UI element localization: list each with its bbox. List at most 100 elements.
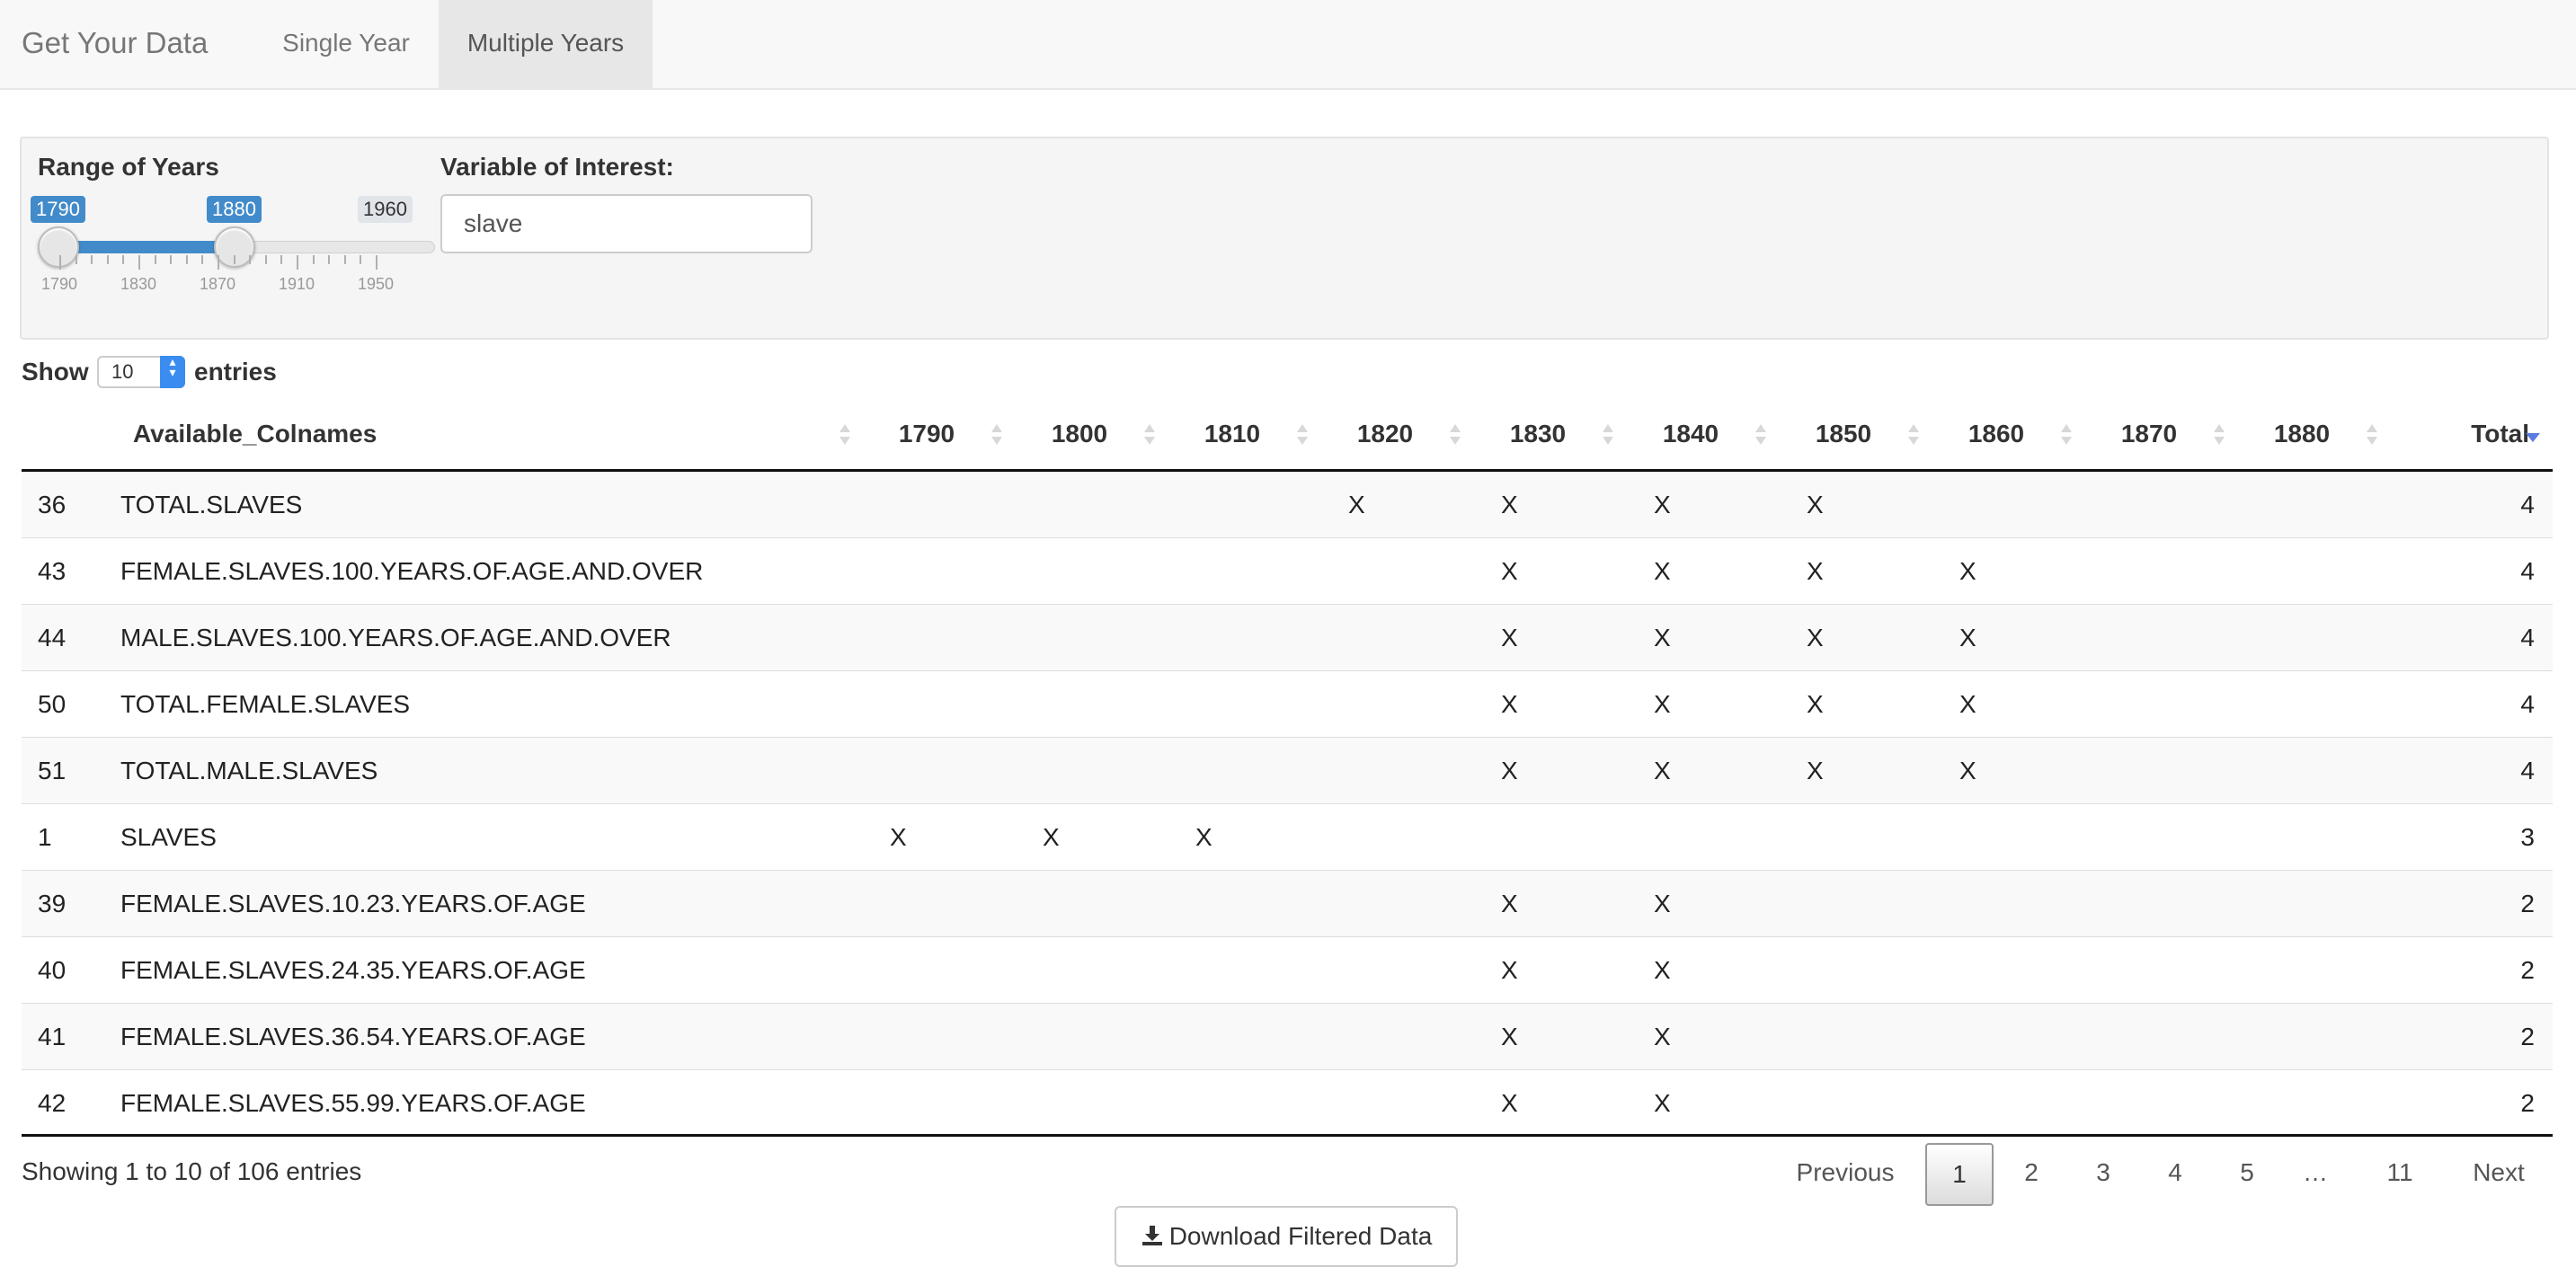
page-length-select[interactable]: 10 ▴ ▾ <box>97 355 185 388</box>
year-mark-cell: X <box>1501 757 1518 784</box>
year-mark-cell: X <box>1501 1089 1518 1117</box>
page-length-value: 10 <box>111 360 134 383</box>
year-mark-cell: X <box>1654 1089 1671 1117</box>
slider-tick <box>249 255 252 264</box>
row-index: 1 <box>38 823 52 851</box>
pagination-next-button[interactable]: Next <box>2454 1143 2544 1206</box>
slider-tick <box>328 255 331 264</box>
download-filtered-data-button[interactable]: Download Filtered Data <box>1115 1206 1458 1267</box>
column-header-year[interactable]: 1840 <box>1658 406 1723 469</box>
tab-multiple-years[interactable]: Multiple Years <box>439 0 653 88</box>
total-cell: 2 <box>2520 890 2535 917</box>
table-row[interactable]: 1 SLAVES X X X 3 <box>22 804 2553 871</box>
year-mark-cell: X <box>1195 823 1212 851</box>
row-index: 41 <box>38 1023 67 1050</box>
column-header-year[interactable]: 1850 <box>1811 406 1876 469</box>
colname-cell: FEMALE.SLAVES.36.54.YEARS.OF.AGE <box>120 1023 586 1050</box>
total-cell: 2 <box>2520 1023 2535 1050</box>
table-row[interactable]: 43 FEMALE.SLAVES.100.YEARS.OF.AGE.AND.OVE… <box>22 538 2553 605</box>
sort-descending-icon <box>2526 433 2540 442</box>
total-cell: 2 <box>2520 1089 2535 1117</box>
pagination-previous-button[interactable]: Previous <box>1785 1143 1905 1206</box>
row-index: 39 <box>38 890 67 917</box>
column-header-colnames[interactable]: Available_Colnames <box>133 406 377 469</box>
sort-arrows-icon <box>990 422 1004 449</box>
sort-arrows-icon <box>2059 422 2074 449</box>
column-header-year[interactable]: 1800 <box>1047 406 1112 469</box>
colname-cell: FEMALE.SLAVES.55.99.YEARS.OF.AGE <box>120 1089 586 1117</box>
slider-tick <box>297 255 298 270</box>
range-tick-label: 1870 <box>199 275 236 293</box>
total-cell: 4 <box>2520 624 2535 651</box>
slider-tick <box>280 255 283 264</box>
range-max-badge: 1960 <box>358 196 413 223</box>
year-mark-cell: X <box>1807 557 1824 585</box>
tab-single-year[interactable]: Single Year <box>261 0 431 88</box>
table-info: Showing 1 to 10 of 106 entries <box>22 1157 362 1185</box>
year-mark-cell: X <box>1348 491 1365 518</box>
variable-input[interactable]: slave <box>440 194 813 253</box>
row-index: 36 <box>38 491 67 518</box>
colname-cell: FEMALE.SLAVES.100.YEARS.OF.AGE.AND.OVER <box>120 557 704 585</box>
slider-tick <box>264 255 267 264</box>
row-index: 42 <box>38 1089 67 1117</box>
column-header-year[interactable]: 1880 <box>2270 406 2334 469</box>
table-row[interactable]: 50 TOTAL.FEMALE.SLAVES X X X X 4 <box>22 671 2553 738</box>
app-brand[interactable]: Get Your Data <box>22 0 208 88</box>
row-index: 43 <box>38 557 67 585</box>
year-mark-cell: X <box>1501 690 1518 718</box>
column-header-total[interactable]: Total <box>2471 406 2529 469</box>
year-mark-cell: X <box>1654 956 1671 984</box>
year-mark-cell: X <box>1501 890 1518 917</box>
column-header-year[interactable]: 1790 <box>894 406 959 469</box>
table-row[interactable]: 51 TOTAL.MALE.SLAVES X X X X 4 <box>22 738 2553 804</box>
page-4-button[interactable]: 4 <box>2141 1143 2209 1206</box>
year-mark-cell: X <box>1654 491 1671 518</box>
year-mark-cell: X <box>890 823 907 851</box>
table-row[interactable]: 41 FEMALE.SLAVES.36.54.YEARS.OF.AGE X X 2 <box>22 1004 2553 1070</box>
sort-arrows-icon <box>1906 422 1921 449</box>
slider-tick <box>185 255 188 264</box>
table-row[interactable]: 39 FEMALE.SLAVES.10.23.YEARS.OF.AGE X X 2 <box>22 871 2553 937</box>
range-slider-ticks <box>59 255 437 273</box>
column-header-year[interactable]: 1860 <box>1964 406 2029 469</box>
year-mark-cell: X <box>1959 757 1976 784</box>
year-mark-cell: X <box>1654 757 1671 784</box>
range-label: Range of Years <box>38 153 219 181</box>
page-5-button[interactable]: 5 <box>2213 1143 2281 1206</box>
pagination-ellipsis-button: … <box>2303 1158 2328 1186</box>
table-row[interactable]: 40 FEMALE.SLAVES.24.35.YEARS.OF.AGE X X 2 <box>22 937 2553 1004</box>
page-3-button[interactable]: 3 <box>2069 1143 2137 1206</box>
year-mark-cell: X <box>1654 624 1671 651</box>
year-mark-cell: X <box>1654 890 1671 917</box>
column-header-year[interactable]: 1810 <box>1200 406 1265 469</box>
page-11-button[interactable]: 11 <box>2362 1143 2438 1206</box>
slider-tick <box>106 255 109 264</box>
table-row[interactable]: 44 MALE.SLAVES.100.YEARS.OF.AGE.AND.OVER X… <box>22 605 2553 671</box>
year-mark-cell: X <box>1043 823 1060 851</box>
slider-tick <box>122 255 125 264</box>
sort-arrows-icon <box>1448 422 1462 449</box>
year-mark-cell: X <box>1807 624 1824 651</box>
page-2-button[interactable]: 2 <box>1997 1143 2065 1206</box>
slider-tick <box>343 255 346 264</box>
length-label-entries: entries <box>194 358 277 385</box>
table-row[interactable]: 42 FEMALE.SLAVES.55.99.YEARS.OF.AGE X X 2 <box>22 1070 2553 1137</box>
column-header-year[interactable]: 1820 <box>1353 406 1417 469</box>
table-row[interactable]: 36 TOTAL.SLAVES X X X X 4 <box>22 472 2553 538</box>
year-mark-cell: X <box>1807 757 1824 784</box>
range-tick-label: 1830 <box>120 275 157 293</box>
column-header-year[interactable]: 1870 <box>2117 406 2181 469</box>
year-mark-cell: X <box>1501 491 1518 518</box>
page-1-button[interactable]: 1 <box>1925 1143 1994 1206</box>
slider-tick <box>376 255 378 270</box>
length-label-show: Show <box>22 358 89 385</box>
navbar: Get Your Data Single Year Multiple Years <box>0 0 2576 90</box>
colname-cell: MALE.SLAVES.100.YEARS.OF.AGE.AND.OVER <box>120 624 671 651</box>
column-header-year[interactable]: 1830 <box>1506 406 1570 469</box>
colname-cell: FEMALE.SLAVES.24.35.YEARS.OF.AGE <box>120 956 586 984</box>
total-cell: 4 <box>2520 491 2535 518</box>
filter-panel: Range of Years 1790 1880 1960 1790 1830 … <box>20 137 2549 340</box>
download-icon <box>1141 1226 1162 1245</box>
sort-arrows-icon <box>1601 422 1615 449</box>
